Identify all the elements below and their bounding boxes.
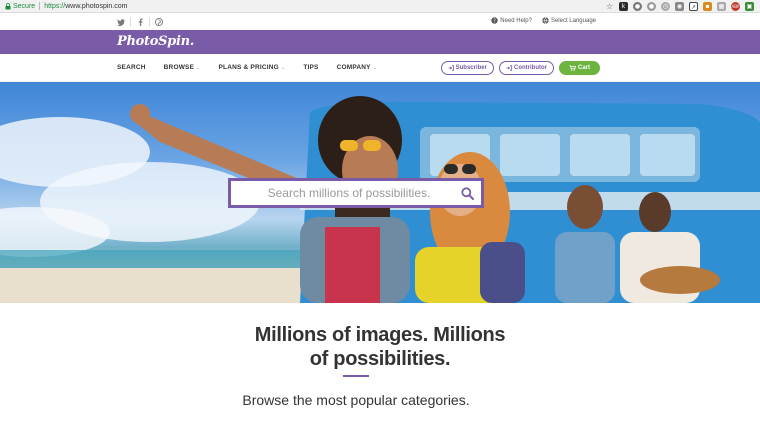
nav-menu: SEARCH BROWSE ⌄ PLANS & PRICING ⌄ TIPS COM… [117, 64, 395, 71]
language-selector[interactable]: Select Language [542, 17, 596, 24]
extension-eye-icon[interactable]: ◉ [675, 2, 684, 11]
sign-in-icon [506, 65, 512, 71]
brand-header: PhotoSpin. [0, 30, 760, 54]
url-host: www.photospin.com [65, 2, 128, 10]
contributor-label: Contributor [513, 65, 547, 71]
twitter-icon[interactable] [116, 16, 126, 28]
divider [130, 17, 131, 27]
nav-item-label: COMPANY [336, 64, 371, 71]
headline-line: of possibilities. [309, 348, 451, 370]
url-scheme: https:// [44, 2, 66, 10]
search-button[interactable] [453, 181, 481, 205]
nav-item-company[interactable]: COMPANY ⌄ [337, 64, 378, 71]
sign-in-icon [448, 65, 454, 71]
extension-icons: ☆ k ● ● ◷ ◉ ↗ ▪ ▦ ABP ▣ [605, 2, 754, 11]
search-bar[interactable]: Search millions of possibilities. [228, 178, 484, 208]
hero-banner: Search millions of possibilities. [0, 82, 760, 303]
divider [149, 17, 150, 27]
star-icon[interactable]: ☆ [605, 2, 614, 11]
page-headline: Millions of images. Millions of possibil… [0, 323, 760, 371]
secure-label: Secure [13, 2, 36, 10]
cart-label: Cart [577, 65, 590, 71]
divider [39, 2, 41, 10]
svg-text:?: ? [493, 18, 496, 24]
main-navigation: SEARCH BROWSE ⌄ PLANS & PRICING ⌄ TIPS COM… [0, 54, 760, 82]
nav-item-label: PLANS & PRICING [218, 64, 279, 71]
nav-item-tips[interactable]: TIPS [303, 64, 318, 71]
nav-item-label: TIPS [303, 64, 319, 71]
browser-address-bar: Secure https://www.photospin.com ☆ k ● ●… [0, 0, 760, 13]
globe-icon [542, 17, 549, 24]
chevron-down-icon: ⌄ [196, 64, 201, 71]
help-label: Need Help? [500, 17, 532, 24]
nav-item-search[interactable]: SEARCH [117, 64, 146, 71]
nav-item-browse[interactable]: BROWSE ⌄ [164, 64, 201, 71]
extension-clock-icon[interactable]: ◷ [661, 2, 670, 11]
extension-grid-icon[interactable]: ▦ [717, 2, 726, 11]
url-field[interactable]: https://www.photospin.com [44, 3, 127, 10]
language-label: Select Language [550, 17, 596, 24]
lock-icon [4, 2, 11, 10]
extension-ghost-icon[interactable]: ● [633, 2, 642, 11]
search-input[interactable]: Search millions of possibilities. [231, 186, 453, 200]
help-link[interactable]: ? Need Help? [491, 17, 532, 24]
utility-bar: ? Need Help? Select Language [0, 14, 760, 30]
nav-item-label: SEARCH [117, 64, 146, 71]
section-subheading: Browse the most popular categories. [242, 392, 470, 408]
account-actions: Subscriber Contributor Cart [440, 61, 600, 75]
contributor-button[interactable]: Contributor [498, 61, 554, 75]
extension-circle-icon[interactable]: ● [647, 2, 656, 11]
headline-line: Millions of images. Millions [254, 324, 506, 346]
chevron-down-icon: ⌄ [372, 64, 378, 71]
extension-abp-icon[interactable]: ABP [731, 2, 740, 11]
nav-item-plans-pricing[interactable]: PLANS & PRICING ⌄ [219, 64, 286, 71]
utility-links: ? Need Help? Select Language [491, 17, 596, 24]
social-links [116, 16, 164, 28]
chevron-down-icon: ⌄ [280, 64, 286, 71]
extension-arrow-icon[interactable]: ↗ [689, 2, 698, 11]
cart-icon [569, 65, 576, 71]
accent-divider [343, 375, 369, 377]
extension-k-icon[interactable]: k [619, 2, 628, 11]
extension-orange-icon[interactable]: ▪ [703, 2, 712, 11]
search-icon [460, 186, 474, 200]
extension-green-icon[interactable]: ▣ [745, 2, 754, 11]
photospin-logo[interactable]: PhotoSpin. [117, 34, 194, 49]
nav-item-label: BROWSE [163, 64, 195, 71]
pinterest-icon[interactable] [154, 16, 164, 28]
subscriber-label: Subscriber [455, 65, 487, 71]
cart-button[interactable]: Cart [558, 61, 600, 75]
question-icon: ? [491, 17, 498, 24]
subscriber-button[interactable]: Subscriber [440, 61, 494, 75]
facebook-icon[interactable] [135, 16, 145, 28]
